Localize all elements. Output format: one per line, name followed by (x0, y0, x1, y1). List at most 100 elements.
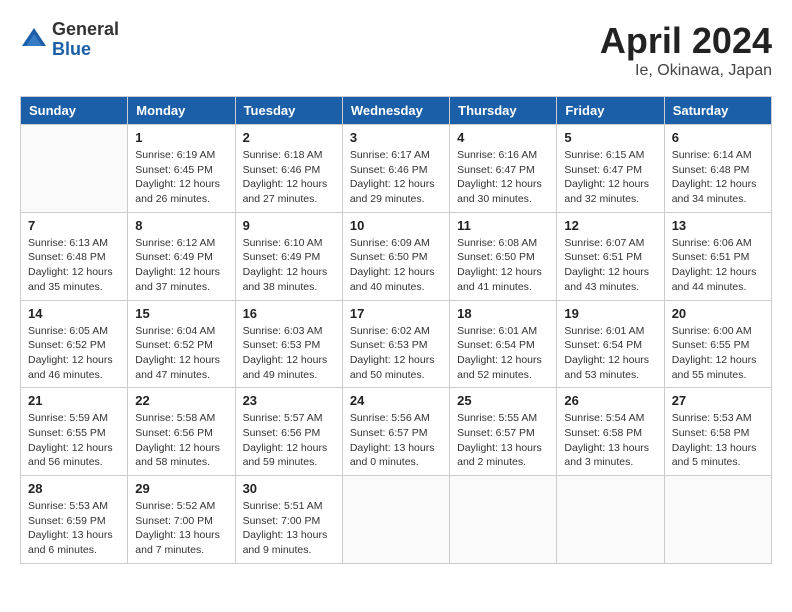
day-number: 24 (350, 393, 442, 408)
day-info: Sunrise: 6:00 AM Sunset: 6:55 PM Dayligh… (672, 324, 764, 383)
day-info: Sunrise: 6:05 AM Sunset: 6:52 PM Dayligh… (28, 324, 120, 383)
calendar-cell: 8 Sunrise: 6:12 AM Sunset: 6:49 PM Daylig… (128, 212, 235, 300)
column-header-thursday: Thursday (450, 97, 557, 125)
week-row-1: 1 Sunrise: 6:19 AM Sunset: 6:45 PM Daylig… (21, 125, 772, 213)
calendar-cell: 14 Sunrise: 6:05 AM Sunset: 6:52 PM Dayli… (21, 300, 128, 388)
logo-general: General (52, 20, 119, 40)
day-number: 9 (243, 218, 335, 233)
column-header-monday: Monday (128, 97, 235, 125)
calendar-cell: 18 Sunrise: 6:01 AM Sunset: 6:54 PM Dayli… (450, 300, 557, 388)
day-info: Sunrise: 5:54 AM Sunset: 6:58 PM Dayligh… (564, 411, 656, 470)
day-info: Sunrise: 5:52 AM Sunset: 7:00 PM Dayligh… (135, 499, 227, 558)
day-number: 8 (135, 218, 227, 233)
week-row-2: 7Sunrise: 6:13 AM Sunset: 6:48 PM Daylig… (21, 212, 772, 300)
calendar-cell: 10Sunrise: 6:09 AM Sunset: 6:50 PM Dayli… (342, 212, 449, 300)
calendar-cell: 21Sunrise: 5:59 AM Sunset: 6:55 PM Dayli… (21, 388, 128, 476)
day-number: 19 (564, 306, 656, 321)
day-info: Sunrise: 5:53 AM Sunset: 6:58 PM Dayligh… (672, 411, 764, 470)
day-number: 2 (243, 130, 335, 145)
calendar-cell (557, 476, 664, 564)
day-info: Sunrise: 5:51 AM Sunset: 7:00 PM Dayligh… (243, 499, 335, 558)
week-row-4: 21Sunrise: 5:59 AM Sunset: 6:55 PM Dayli… (21, 388, 772, 476)
day-number: 20 (672, 306, 764, 321)
calendar-cell (342, 476, 449, 564)
calendar-cell: 16 Sunrise: 6:03 AM Sunset: 6:53 PM Dayli… (235, 300, 342, 388)
column-header-sunday: Sunday (21, 97, 128, 125)
day-number: 14 (28, 306, 120, 321)
day-info: Sunrise: 6:07 AM Sunset: 6:51 PM Dayligh… (564, 236, 656, 295)
calendar-cell: 5Sunrise: 6:15 AM Sunset: 6:47 PM Daylig… (557, 125, 664, 213)
logo-blue: Blue (52, 40, 119, 60)
day-info: Sunrise: 6:06 AM Sunset: 6:51 PM Dayligh… (672, 236, 764, 295)
week-row-3: 14 Sunrise: 6:05 AM Sunset: 6:52 PM Dayli… (21, 300, 772, 388)
calendar-table: SundayMondayTuesdayWednesdayThursdayFrid… (20, 96, 772, 564)
day-info: Sunrise: 6:01 AM Sunset: 6:54 PM Dayligh… (457, 324, 549, 383)
header-row: SundayMondayTuesdayWednesdayThursdayFrid… (21, 97, 772, 125)
calendar-cell: 12 Sunrise: 6:07 AM Sunset: 6:51 PM Dayli… (557, 212, 664, 300)
calendar-cell: 2 Sunrise: 6:18 AM Sunset: 6:46 PM Daylig… (235, 125, 342, 213)
calendar-cell: 26 Sunrise: 5:54 AM Sunset: 6:58 PM Dayli… (557, 388, 664, 476)
day-info: Sunrise: 5:55 AM Sunset: 6:57 PM Dayligh… (457, 411, 549, 470)
day-info: Sunrise: 5:53 AM Sunset: 6:59 PM Dayligh… (28, 499, 120, 558)
day-number: 29 (135, 481, 227, 496)
day-number: 15 (135, 306, 227, 321)
calendar-cell: 13Sunrise: 6:06 AM Sunset: 6:51 PM Dayli… (664, 212, 771, 300)
day-number: 1 (135, 130, 227, 145)
day-number: 12 (564, 218, 656, 233)
column-header-saturday: Saturday (664, 97, 771, 125)
calendar-cell: 9 Sunrise: 6:10 AM Sunset: 6:49 PM Daylig… (235, 212, 342, 300)
calendar-cell (450, 476, 557, 564)
calendar-cell (664, 476, 771, 564)
day-number: 18 (457, 306, 549, 321)
day-number: 4 (457, 130, 549, 145)
calendar-cell: 28 Sunrise: 5:53 AM Sunset: 6:59 PM Dayli… (21, 476, 128, 564)
day-number: 16 (243, 306, 335, 321)
day-info: Sunrise: 6:17 AM Sunset: 6:46 PM Dayligh… (350, 148, 442, 207)
logo-text: General Blue (52, 20, 119, 60)
day-info: Sunrise: 6:10 AM Sunset: 6:49 PM Dayligh… (243, 236, 335, 295)
calendar-cell (21, 125, 128, 213)
calendar-cell: 30Sunrise: 5:51 AM Sunset: 7:00 PM Dayli… (235, 476, 342, 564)
day-number: 28 (28, 481, 120, 496)
calendar-cell: 15Sunrise: 6:04 AM Sunset: 6:52 PM Dayli… (128, 300, 235, 388)
calendar-cell: 6 Sunrise: 6:14 AM Sunset: 6:48 PM Daylig… (664, 125, 771, 213)
day-info: Sunrise: 6:18 AM Sunset: 6:46 PM Dayligh… (243, 148, 335, 207)
day-info: Sunrise: 6:12 AM Sunset: 6:49 PM Dayligh… (135, 236, 227, 295)
calendar-cell: 27Sunrise: 5:53 AM Sunset: 6:58 PM Dayli… (664, 388, 771, 476)
calendar-cell: 3 Sunrise: 6:17 AM Sunset: 6:46 PM Daylig… (342, 125, 449, 213)
day-number: 7 (28, 218, 120, 233)
calendar-cell: 23Sunrise: 5:57 AM Sunset: 6:56 PM Dayli… (235, 388, 342, 476)
day-info: Sunrise: 5:57 AM Sunset: 6:56 PM Dayligh… (243, 411, 335, 470)
calendar-cell: 1 Sunrise: 6:19 AM Sunset: 6:45 PM Daylig… (128, 125, 235, 213)
day-info: Sunrise: 6:14 AM Sunset: 6:48 PM Dayligh… (672, 148, 764, 207)
day-info: Sunrise: 6:19 AM Sunset: 6:45 PM Dayligh… (135, 148, 227, 207)
day-number: 25 (457, 393, 549, 408)
day-number: 11 (457, 218, 549, 233)
day-number: 6 (672, 130, 764, 145)
day-number: 10 (350, 218, 442, 233)
title-area: April 2024 Ie, Okinawa, Japan (600, 20, 772, 80)
day-info: Sunrise: 6:03 AM Sunset: 6:53 PM Dayligh… (243, 324, 335, 383)
location-title: Ie, Okinawa, Japan (600, 62, 772, 80)
page-header: General Blue April 2024 Ie, Okinawa, Jap… (20, 20, 772, 80)
day-number: 22 (135, 393, 227, 408)
calendar-cell: 4 Sunrise: 6:16 AM Sunset: 6:47 PM Daylig… (450, 125, 557, 213)
day-number: 26 (564, 393, 656, 408)
calendar-cell: 7Sunrise: 6:13 AM Sunset: 6:48 PM Daylig… (21, 212, 128, 300)
day-info: Sunrise: 5:59 AM Sunset: 6:55 PM Dayligh… (28, 411, 120, 470)
day-info: Sunrise: 6:16 AM Sunset: 6:47 PM Dayligh… (457, 148, 549, 207)
calendar-cell: 22 Sunrise: 5:58 AM Sunset: 6:56 PM Dayli… (128, 388, 235, 476)
month-title: April 2024 (600, 20, 772, 62)
calendar-cell: 29 Sunrise: 5:52 AM Sunset: 7:00 PM Dayli… (128, 476, 235, 564)
day-number: 17 (350, 306, 442, 321)
day-info: Sunrise: 6:08 AM Sunset: 6:50 PM Dayligh… (457, 236, 549, 295)
column-header-tuesday: Tuesday (235, 97, 342, 125)
day-info: Sunrise: 6:01 AM Sunset: 6:54 PM Dayligh… (564, 324, 656, 383)
day-info: Sunrise: 6:02 AM Sunset: 6:53 PM Dayligh… (350, 324, 442, 383)
logo-icon (20, 26, 48, 54)
column-header-wednesday: Wednesday (342, 97, 449, 125)
day-number: 3 (350, 130, 442, 145)
calendar-cell: 17 Sunrise: 6:02 AM Sunset: 6:53 PM Dayli… (342, 300, 449, 388)
day-info: Sunrise: 5:58 AM Sunset: 6:56 PM Dayligh… (135, 411, 227, 470)
day-info: Sunrise: 6:15 AM Sunset: 6:47 PM Dayligh… (564, 148, 656, 207)
